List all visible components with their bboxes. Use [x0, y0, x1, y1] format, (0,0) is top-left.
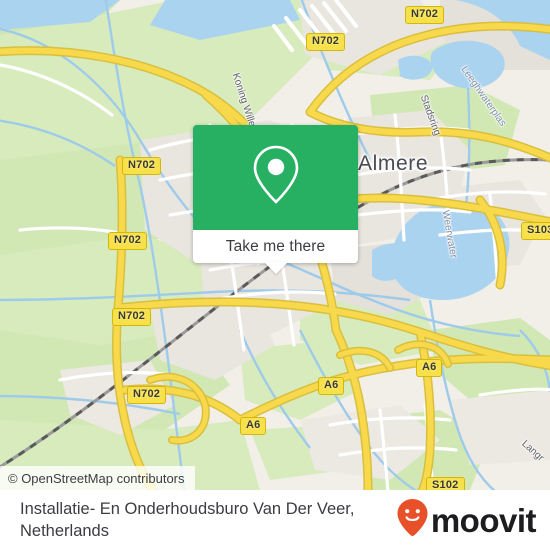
osm-attribution[interactable]: © OpenStreetMap contributors — [0, 466, 195, 490]
callout-pointer — [263, 262, 288, 274]
road-shield-n702: N702 — [122, 157, 162, 175]
road-shield-a6: A6 — [416, 359, 443, 377]
map-page: Almere Koning Willem Stadsring Langr Lee… — [0, 0, 550, 550]
footer-map-watermark — [0, 490, 550, 497]
osm-attribution-text: © OpenStreetMap contributors — [8, 470, 185, 486]
destination-callout[interactable]: Take me there — [193, 125, 358, 274]
road-shield-a6: A6 — [318, 377, 345, 395]
place-title: Installatie- En Onderhoudsburo Van Der V… — [20, 500, 355, 540]
callout-icon-area — [193, 125, 358, 230]
take-me-there-label: Take me there — [225, 237, 326, 255]
road-shield-n702: N702 — [127, 386, 167, 404]
moovit-wordmark: moovit — [430, 501, 537, 539]
road-shield-a6: A6 — [240, 417, 267, 435]
road-shield-s103: S103 — [521, 222, 550, 240]
footer-bar: Installatie- En Onderhoudsburo Van Der V… — [0, 490, 550, 550]
road-shield-s102: S102 — [426, 477, 465, 490]
map-canvas[interactable]: Almere Koning Willem Stadsring Langr Lee… — [0, 0, 550, 490]
road-shield-n702: N702 — [306, 33, 346, 51]
road-shield-n702: N702 — [112, 308, 152, 326]
callout-action-area[interactable]: Take me there — [193, 230, 358, 274]
road-shield-n702: N702 — [405, 6, 445, 24]
map-pin-icon — [250, 144, 302, 211]
road-shield-n702: N702 — [108, 232, 148, 250]
moovit-pin-icon — [396, 498, 429, 542]
moovit-logo[interactable]: moovit — [396, 498, 537, 542]
map-place-label: Almere — [358, 152, 429, 175]
